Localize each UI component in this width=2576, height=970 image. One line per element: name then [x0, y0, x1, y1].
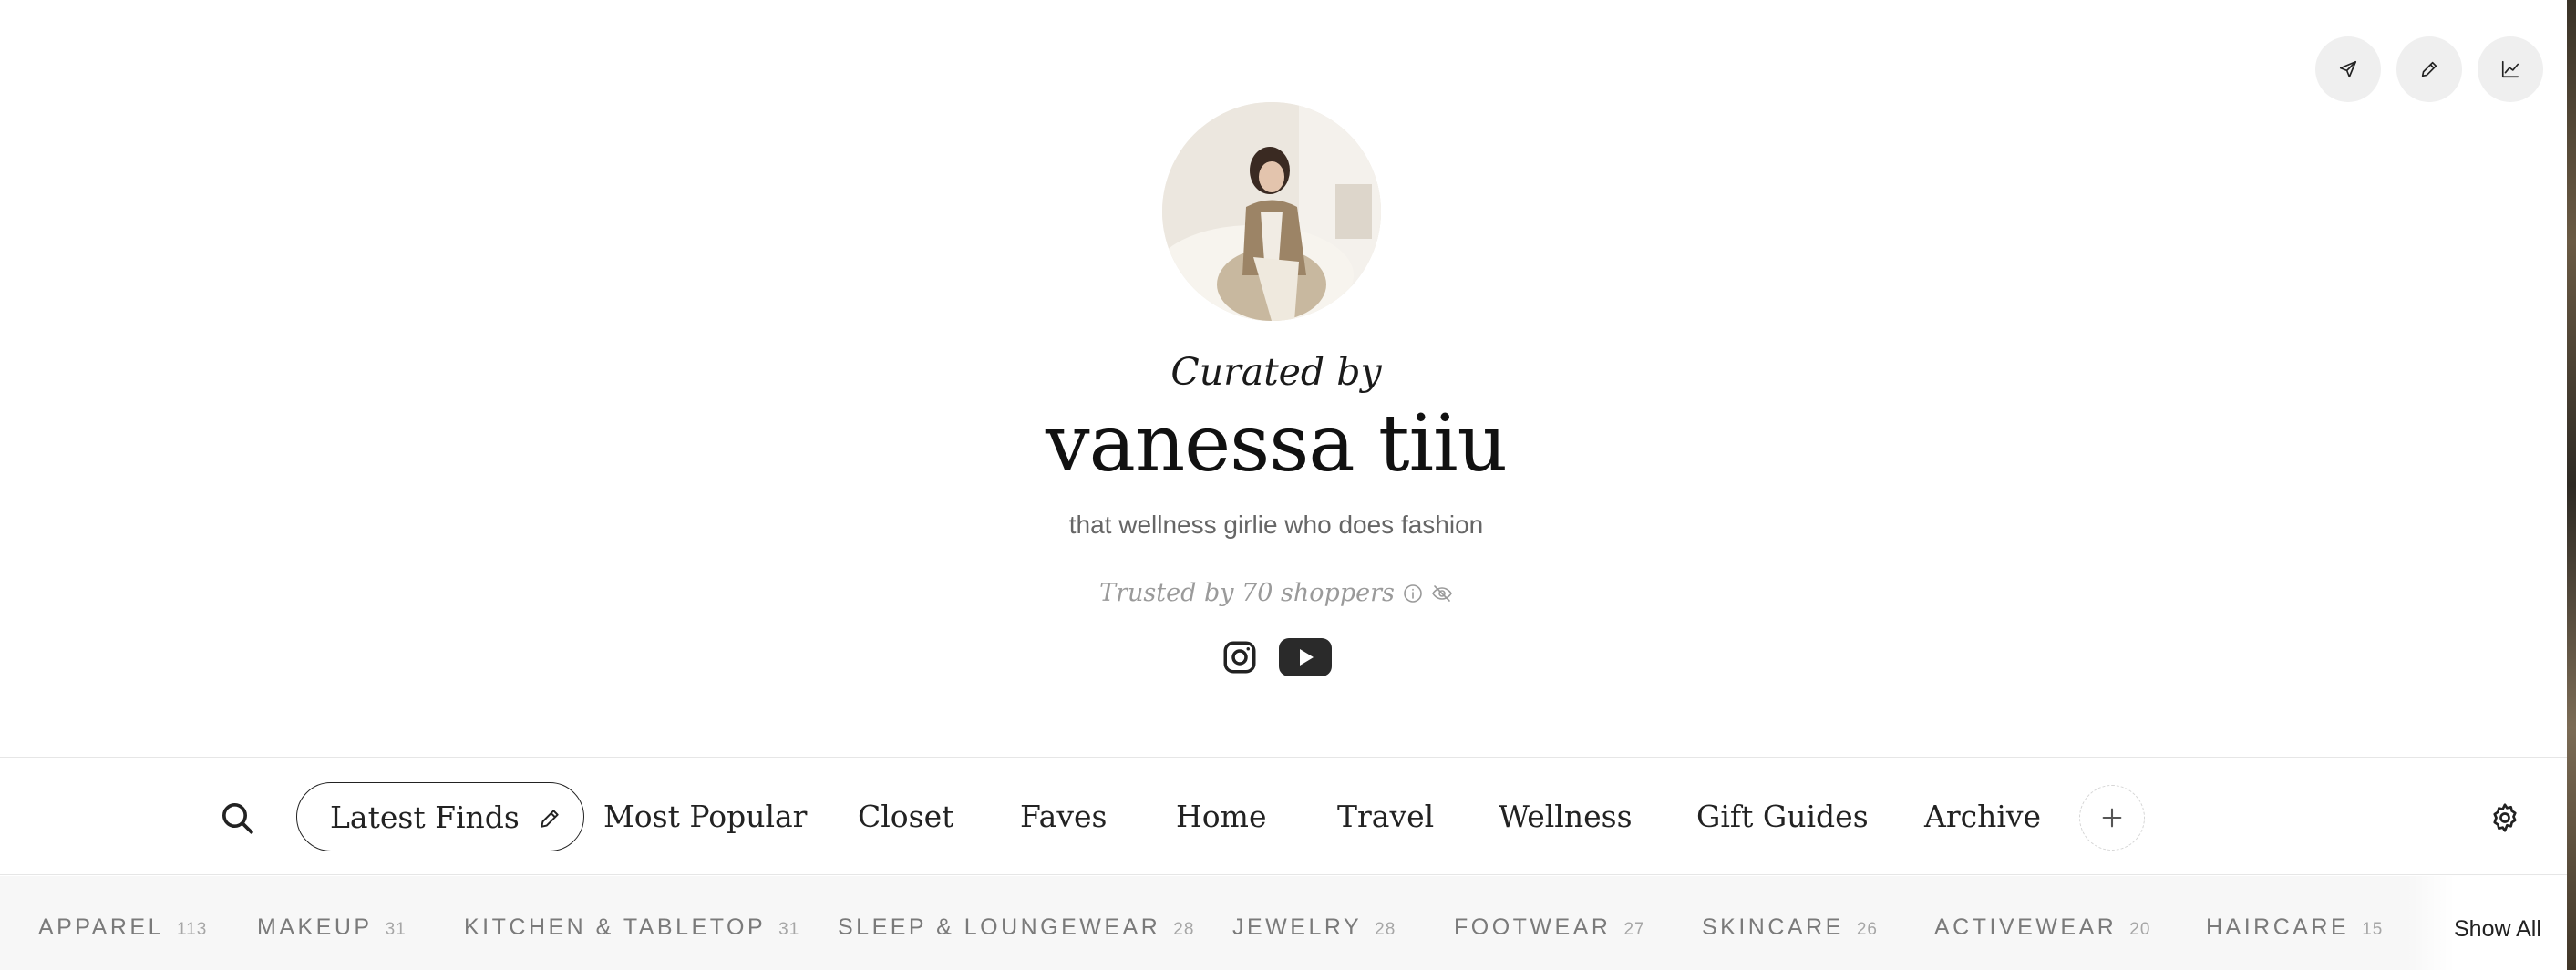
social-links — [0, 638, 2552, 676]
category-count: 28 — [1173, 920, 1195, 939]
instagram-icon[interactable] — [1221, 638, 1259, 676]
category-count: 27 — [1623, 920, 1645, 939]
category-count: 113 — [176, 920, 208, 939]
edit-profile-button[interactable] — [2396, 36, 2462, 102]
category-footwear[interactable]: FOOTWEAR 27 — [1454, 914, 1645, 941]
gear-icon[interactable] — [2488, 801, 2521, 834]
tab-home[interactable]: Home — [1176, 782, 1266, 851]
category-haircare[interactable]: HAIRCARE 15 — [2206, 914, 2383, 941]
avatar — [1162, 102, 1381, 321]
share-button[interactable] — [2315, 36, 2381, 102]
category-label: JEWELRY — [1232, 914, 1363, 940]
category-label: ACTIVEWEAR — [1934, 914, 2117, 940]
tab-closet[interactable]: Closet — [858, 782, 953, 851]
tab-travel[interactable]: Travel — [1337, 782, 1434, 851]
tab-wellness[interactable]: Wellness — [1499, 782, 1633, 851]
search-icon[interactable] — [219, 800, 255, 836]
tab-archive[interactable]: Archive — [1924, 782, 2041, 851]
category-apparel[interactable]: APPAREL 113 — [38, 914, 207, 941]
category-makeup[interactable]: MAKEUP 31 — [257, 914, 407, 941]
category-count: 28 — [1375, 920, 1396, 939]
category-label: HAIRCARE — [2206, 914, 2350, 940]
collections-nav: Latest Finds Most Popular Closet Faves H… — [0, 757, 2567, 875]
youtube-icon[interactable] — [1279, 638, 1332, 676]
category-count: 15 — [2362, 920, 2384, 939]
profile-bio: that wellness girlie who does fashion — [1068, 511, 1484, 539]
analytics-button[interactable] — [2478, 36, 2543, 102]
category-activewear[interactable]: ACTIVEWEAR 20 — [1934, 914, 2150, 941]
category-label: APPAREL — [38, 914, 164, 940]
send-icon — [2339, 60, 2357, 78]
category-sleep-loungewear[interactable]: SLEEP & LOUNGEWEAR 28 — [838, 914, 1194, 941]
category-count: 20 — [2129, 920, 2151, 939]
analytics-icon — [2501, 60, 2519, 78]
category-bar: APPAREL 113 MAKEUP 31 KITCHEN & TABLETOP 31… — [0, 876, 2567, 970]
category-jewelry[interactable]: JEWELRY 28 — [1232, 914, 1396, 941]
category-label: SLEEP & LOUNGEWEAR — [838, 914, 1161, 940]
show-all-button[interactable]: Show All — [2454, 916, 2541, 943]
pencil-icon[interactable] — [538, 807, 562, 831]
category-kitchen-tabletop[interactable]: KITCHEN & TABLETOP 31 — [464, 914, 799, 941]
category-count: 31 — [778, 920, 800, 939]
category-label: FOOTWEAR — [1454, 914, 1612, 940]
tab-faves[interactable]: Faves — [1020, 782, 1107, 851]
tab-label: Latest Finds — [330, 800, 520, 835]
trusted-row: Trusted by 70 shoppers — [0, 579, 2552, 607]
tab-most-popular[interactable]: Most Popular — [603, 782, 807, 851]
window-edge — [2567, 0, 2576, 970]
category-label: MAKEUP — [257, 914, 373, 940]
eye-off-icon[interactable] — [1431, 583, 1453, 604]
pencil-icon — [2421, 61, 2437, 77]
curated-by-label: Curated by — [1170, 350, 1382, 394]
category-count: 26 — [1856, 920, 1878, 939]
category-label: SKINCARE — [1702, 914, 1844, 940]
category-skincare[interactable]: SKINCARE 26 — [1702, 914, 1878, 941]
profile-actions — [2315, 36, 2543, 102]
plus-icon — [2102, 808, 2122, 828]
category-label: KITCHEN & TABLETOP — [464, 914, 767, 940]
info-icon[interactable] — [1402, 583, 1424, 604]
tab-gift-guides[interactable]: Gift Guides — [1696, 782, 1869, 851]
tab-latest-finds[interactable]: Latest Finds — [296, 782, 584, 851]
category-count: 31 — [385, 920, 407, 939]
add-tab-button[interactable] — [2079, 785, 2145, 851]
profile-name: vanessa tiiu — [1046, 398, 1508, 490]
trusted-text: Trusted by 70 shoppers — [1099, 579, 1395, 607]
